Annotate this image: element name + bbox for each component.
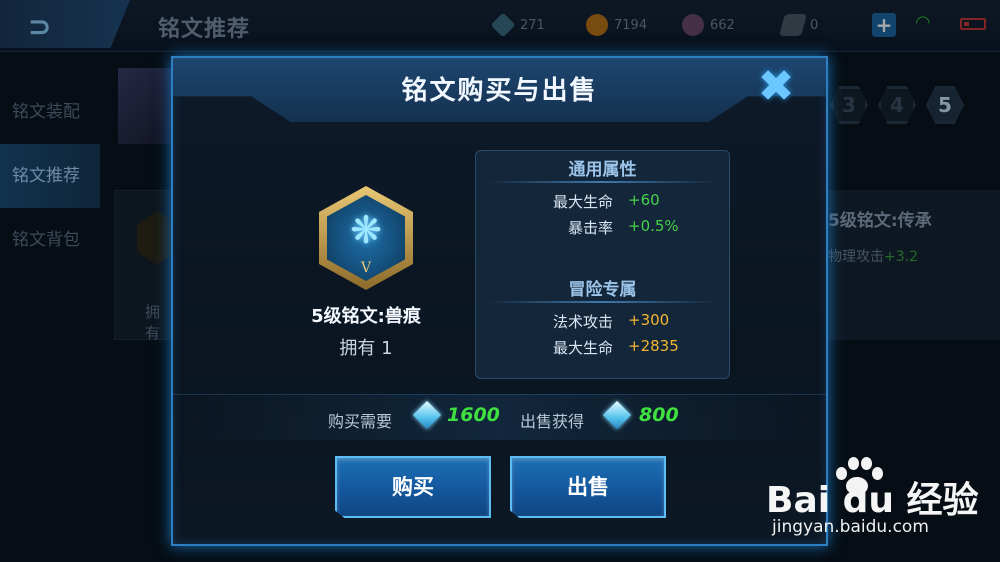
buy-cost-value: 1600 xyxy=(447,404,500,426)
attribute-row: 法术攻击 +300 xyxy=(476,311,729,335)
attribute-label: 暴击率 xyxy=(567,219,613,237)
attribute-row: 最大生命 +2835 xyxy=(476,337,729,361)
emblem-rank: V xyxy=(360,260,372,276)
baidu-watermark: Bai du 经验 jingyan.baidu.com xyxy=(766,455,1000,560)
buy-sell-dialog: 铭文购买与出售 ✖ ❋ V 5级铭文:兽痕 拥有 1 通用属性 最大生命 +60… xyxy=(171,56,828,546)
divider xyxy=(486,301,719,303)
sell-button[interactable]: 出售 xyxy=(510,456,666,518)
close-button[interactable]: ✖ xyxy=(751,64,801,110)
divider xyxy=(486,181,719,183)
attribute-value: +0.5% xyxy=(628,217,679,235)
attribute-value: +2835 xyxy=(628,337,679,355)
watermark-brand: Bai du 经验 xyxy=(766,480,979,521)
buy-cost-label: 购买需要 xyxy=(328,412,393,431)
sell-gain-label: 出售获得 xyxy=(520,412,585,431)
inscription-emblem-icon: ❋ V xyxy=(319,186,413,290)
sell-gain-value: 800 xyxy=(639,404,679,426)
adventure-attributes-title: 冒险专属 xyxy=(568,280,637,300)
emblem-symbol: ❋ xyxy=(350,208,382,252)
general-attributes-title: 通用属性 xyxy=(568,160,637,180)
attributes-panel: 通用属性 最大生命 +60 暴击率 +0.5% 冒险专属 法术攻击 +300 最… xyxy=(475,150,730,379)
item-owned-count: 拥有 1 xyxy=(339,338,393,359)
attribute-row: 最大生命 +60 xyxy=(476,191,729,215)
crystal-icon xyxy=(412,400,442,430)
attribute-label: 最大生命 xyxy=(552,339,613,357)
item-name: 5级铭文:兽痕 xyxy=(311,306,421,327)
attribute-row: 暴击率 +0.5% xyxy=(476,217,729,241)
attribute-label: 法术攻击 xyxy=(552,313,613,331)
attribute-value: +60 xyxy=(628,191,660,209)
buy-button[interactable]: 购买 xyxy=(335,456,491,518)
dialog-title: 铭文购买与出售 xyxy=(401,76,598,106)
attribute-value: +300 xyxy=(628,311,670,329)
attribute-label: 最大生命 xyxy=(552,193,613,211)
crystal-icon xyxy=(602,400,632,430)
watermark-url: jingyan.baidu.com xyxy=(772,517,929,537)
